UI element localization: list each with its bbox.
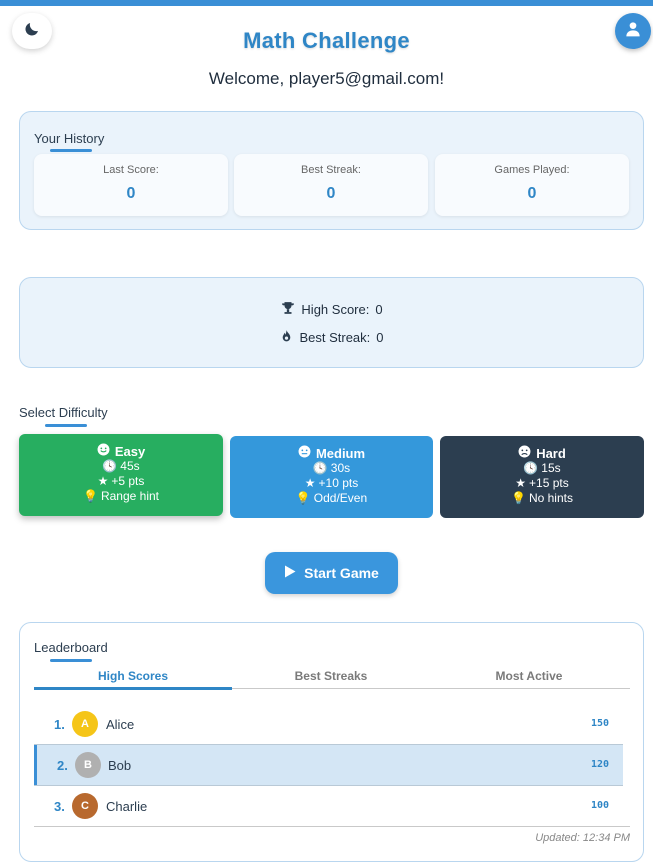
updated-timestamp: Updated: 12:34 PM	[535, 832, 630, 844]
high-score-label: High Score:	[301, 302, 370, 317]
stat-best-streak: Best Streak: 0	[234, 154, 428, 216]
player-name: Bob	[108, 758, 132, 773]
difficulty-time: 30s	[330, 461, 351, 475]
star-icon: ★	[97, 474, 109, 488]
tab-high-scores[interactable]: High Scores	[34, 669, 232, 683]
best-streak-label: Best Streak:	[299, 330, 371, 345]
leaderboard-row[interactable]: 1. A Alice 150	[35, 704, 623, 744]
difficulty-easy-card[interactable]: Easy 🕓 45s ★ +5 pts 💡 Range hint	[19, 434, 223, 516]
stat-value: 0	[326, 185, 336, 202]
avatar: A	[72, 711, 98, 737]
difficulty-name: Easy	[114, 443, 146, 459]
smile-icon	[97, 443, 110, 459]
stat-value: 0	[126, 185, 136, 202]
avatar: B	[75, 752, 101, 778]
avatar: C	[72, 793, 98, 819]
stat-last-score: Last Score: 0	[34, 154, 228, 216]
difficulty-points: +5 pts	[111, 474, 145, 488]
rank: 1.	[54, 717, 65, 732]
clock-icon: 🕓	[523, 461, 539, 475]
stat-label: Best Streak:	[301, 164, 361, 176]
leaderboard-row-selected[interactable]: 2. B Bob 120	[34, 745, 623, 785]
clock-icon: 🕓	[312, 461, 328, 475]
player-score: 150	[590, 718, 609, 729]
player-name: Alice	[106, 717, 135, 732]
active-tab-indicator	[34, 687, 232, 690]
rank: 3.	[54, 799, 65, 814]
leaderboard-bottom-divider	[34, 826, 630, 827]
top-accent-bar	[0, 0, 653, 6]
difficulty-hint: Range hint	[100, 489, 159, 503]
difficulty-points: +10 pts	[318, 476, 359, 490]
neutral-face-icon	[298, 445, 311, 461]
star-icon: ★	[515, 476, 527, 490]
difficulty-hint: No hints	[528, 491, 573, 505]
difficulty-hint: Odd/Even	[313, 491, 368, 505]
player-score: 120	[590, 759, 609, 770]
player-score: 100	[590, 800, 609, 811]
difficulty-time: 15s	[541, 461, 561, 475]
difficulty-name: Hard	[536, 445, 566, 461]
lightbulb-icon: 💡	[511, 491, 526, 505]
play-icon	[284, 565, 296, 581]
tab-most-active[interactable]: Most Active	[430, 669, 628, 683]
stat-games-played: Games Played: 0	[435, 154, 629, 216]
start-game-label: Start Game	[304, 565, 379, 581]
tab-best-streaks[interactable]: Best Streaks	[232, 669, 430, 683]
difficulty-underline	[45, 424, 87, 427]
start-game-button[interactable]: Start Game	[265, 552, 398, 594]
stat-value: 0	[527, 185, 537, 202]
stat-label: Last Score:	[103, 164, 159, 176]
leaderboard-underline	[50, 659, 92, 662]
difficulty-name: Medium	[315, 445, 366, 461]
high-score-value: 0	[375, 302, 383, 317]
history-underline	[50, 149, 92, 152]
lightbulb-icon: 💡	[295, 491, 311, 505]
leaderboard-label: Leaderboard	[34, 640, 108, 655]
player-name: Charlie	[106, 799, 148, 814]
frown-icon	[518, 445, 531, 461]
difficulty-medium-card[interactable]: Medium 🕓 30s ★ +10 pts 💡 Odd/Even	[230, 436, 433, 518]
difficulty-time: 45s	[120, 459, 140, 473]
difficulty-label: Select Difficulty	[19, 405, 108, 420]
difficulty-hard-card[interactable]: Hard 🕓 15s ★ +15 pts 💡 No hints	[440, 436, 644, 518]
clock-icon: 🕓	[102, 459, 118, 473]
fire-icon	[280, 329, 293, 346]
lightbulb-icon: 💡	[83, 489, 98, 503]
welcome-message: Welcome, player5@gmail.com!	[208, 69, 445, 88]
history-label: Your History	[34, 131, 105, 146]
difficulty-points: +15 pts	[529, 476, 569, 490]
best-streak-row: Best Streak: 0	[20, 329, 644, 346]
page-title: Math Challenge	[243, 28, 410, 53]
stat-label: Games Played:	[494, 164, 570, 176]
rank: 2.	[57, 758, 68, 773]
high-score-row: High Score: 0	[20, 301, 644, 318]
best-streak-value: 0	[376, 330, 384, 345]
records-panel: High Score: 0 Best Streak: 0	[19, 277, 644, 368]
star-icon: ★	[304, 476, 316, 490]
leaderboard-row[interactable]: 3. C Charlie 100	[35, 786, 623, 826]
trophy-icon	[281, 301, 295, 318]
history-panel: Your History Last Score: 0 Best Streak: …	[19, 111, 644, 230]
